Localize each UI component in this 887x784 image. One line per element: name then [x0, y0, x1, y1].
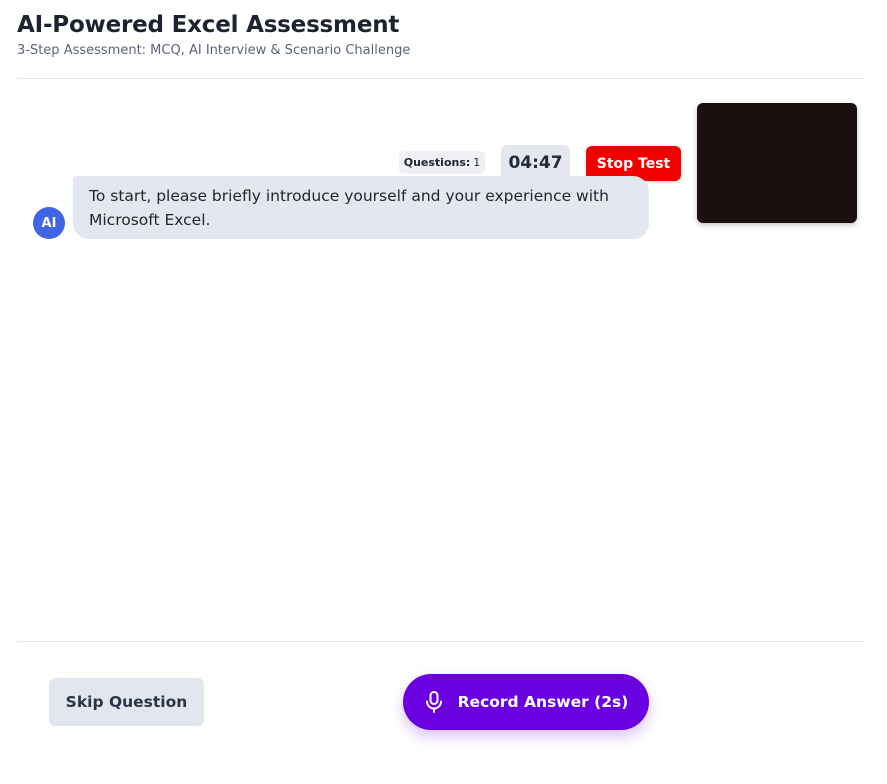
page-header: AI-Powered Excel Assessment 3-Step Asses…: [17, 10, 865, 60]
record-answer-button[interactable]: Record Answer (2s): [403, 674, 649, 730]
skip-question-button[interactable]: Skip Question: [49, 678, 204, 726]
webcam-preview: [697, 103, 857, 223]
countdown-timer: 04:47: [501, 145, 570, 181]
questions-label: Questions:: [403, 156, 471, 169]
ai-message-bubble: To start, please briefly introduce yours…: [73, 176, 649, 239]
footer-divider: [17, 641, 865, 642]
record-answer-label: Record Answer (2s): [457, 693, 629, 711]
page-title: AI-Powered Excel Assessment: [17, 12, 400, 38]
questions-badge: Questions: 1: [399, 151, 485, 174]
questions-count: 1: [473, 156, 481, 169]
microphone-icon: [424, 691, 444, 713]
assessment-page: AI-Powered Excel Assessment 3-Step Asses…: [0, 0, 887, 784]
page-subtitle: 3-Step Assessment: MCQ, AI Interview & S…: [17, 43, 411, 58]
header-divider: [17, 78, 865, 79]
ai-avatar: AI: [33, 207, 65, 239]
